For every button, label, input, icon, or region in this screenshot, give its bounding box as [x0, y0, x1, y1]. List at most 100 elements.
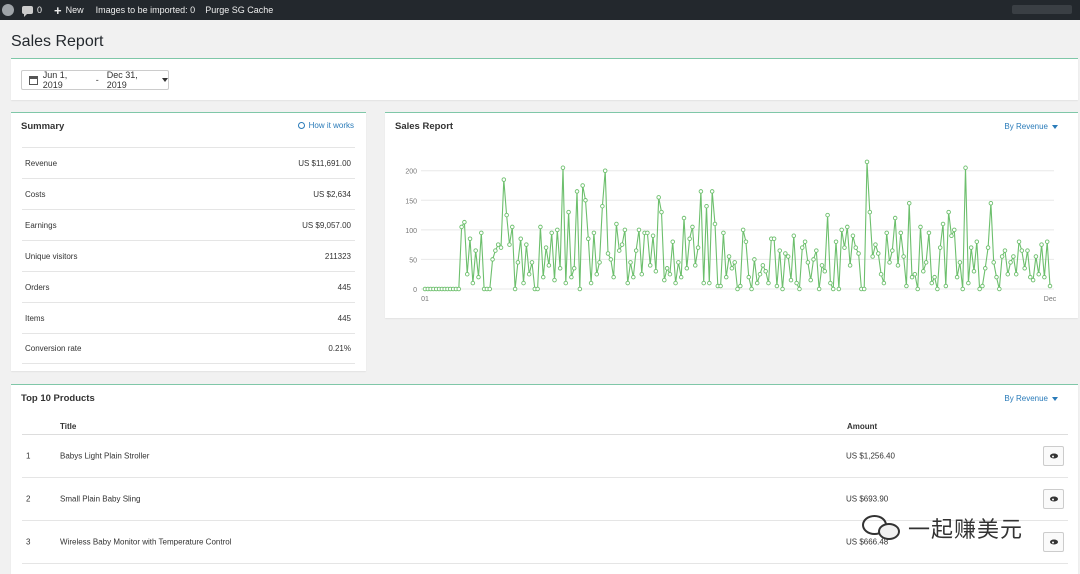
data-point: [464, 271, 470, 277]
data-point: [738, 283, 743, 289]
column-header-title[interactable]: Title: [60, 422, 76, 431]
data-point: [495, 242, 501, 247]
data-point: [690, 224, 695, 230]
data-point: [701, 280, 706, 286]
data-point: [856, 251, 861, 256]
view-product-button[interactable]: [1043, 532, 1064, 552]
comment-icon: [22, 6, 33, 17]
data-point: [752, 257, 757, 262]
data-point: [1008, 260, 1013, 265]
view-product-button[interactable]: [1043, 446, 1064, 466]
data-point: [673, 280, 678, 286]
date-filter-bar: Jun 1, 2019 - Dec 31, 2019: [11, 58, 1078, 100]
images-import-link[interactable]: Images to be imported: 0: [96, 5, 196, 15]
summary-row: Revenue US $11,691.00: [22, 147, 355, 178]
data-point: [1013, 271, 1019, 277]
data-point: [771, 236, 777, 241]
data-point: [850, 233, 856, 239]
column-header-amount[interactable]: Amount: [847, 422, 877, 431]
data-point: [600, 203, 605, 209]
view-product-button[interactable]: [1043, 489, 1064, 509]
data-point: [746, 274, 752, 280]
products-metric-dropdown[interactable]: By Revenue: [1004, 394, 1058, 403]
data-point: [456, 286, 462, 292]
data-point: [591, 230, 597, 236]
data-point: [1036, 271, 1041, 277]
chart-metric-dropdown[interactable]: By Revenue: [1004, 122, 1058, 131]
data-point: [881, 280, 887, 286]
data-point: [577, 286, 583, 292]
summary-row-label: Orders: [25, 282, 50, 292]
data-point: [800, 245, 805, 250]
data-point: [507, 242, 512, 247]
data-point: [664, 266, 670, 271]
wordpress-logo-icon[interactable]: [2, 4, 14, 16]
purge-cache-link[interactable]: Purge SG Cache: [205, 5, 273, 15]
data-point: [828, 280, 833, 286]
data-point: [678, 274, 684, 280]
summary-row: Costs US $2,634: [22, 178, 355, 209]
data-point: [1002, 248, 1008, 253]
data-point: [538, 224, 543, 230]
data-point: [1016, 239, 1022, 244]
data-point: [636, 227, 642, 233]
how-it-works-label: How it works: [308, 121, 354, 130]
top-products-title: Top 10 Products: [21, 393, 95, 404]
data-point: [695, 245, 701, 250]
data-point: [797, 286, 802, 292]
data-point: [608, 257, 614, 262]
data-point: [904, 283, 909, 289]
summary-row-label: Earnings: [25, 220, 57, 230]
data-point: [597, 260, 602, 265]
comments-button[interactable]: 0: [22, 5, 42, 17]
products-metric-label: By Revenue: [1004, 394, 1048, 403]
summary-row: Earnings US $9,057.00: [22, 209, 355, 240]
data-point: [743, 239, 749, 244]
data-point: [1042, 274, 1047, 280]
data-point: [968, 245, 974, 250]
data-point: [977, 286, 982, 292]
data-point: [560, 165, 566, 171]
data-point: [1028, 274, 1033, 280]
summary-row: Unique visitors 211323: [22, 240, 355, 271]
data-point: [543, 245, 549, 250]
watermark-text: 一起赚美元: [908, 518, 1024, 543]
summary-row-label: Conversion rate: [25, 344, 82, 353]
how-it-works-link[interactable]: How it works: [297, 121, 354, 130]
data-point: [1033, 254, 1039, 259]
data-point: [552, 277, 557, 283]
data-point: [1005, 271, 1011, 277]
account-menu[interactable]: [1012, 5, 1072, 14]
data-point: [901, 254, 906, 259]
summary-row-label: Revenue: [25, 158, 58, 168]
data-point: [557, 266, 563, 271]
data-point: [622, 227, 628, 233]
data-point: [617, 248, 622, 253]
data-point: [518, 236, 523, 241]
summary-row-value: 211323: [324, 251, 351, 261]
page-title: Sales Report: [11, 33, 104, 50]
data-point: [949, 233, 954, 239]
watermark: 一起赚美元: [862, 512, 1023, 544]
date-range-picker[interactable]: Jun 1, 2019 - Dec 31, 2019: [21, 70, 169, 90]
data-point: [935, 286, 940, 292]
summary-row: Orders 445: [22, 271, 355, 302]
x-tick-label: 01: [421, 296, 429, 303]
y-tick-label: 100: [405, 228, 417, 235]
data-point: [890, 248, 895, 253]
data-point: [707, 280, 712, 286]
new-button[interactable]: + New: [54, 4, 84, 17]
data-point: [729, 266, 735, 271]
data-point: [614, 221, 619, 227]
data-point: [876, 251, 881, 256]
date-end: Dec 31, 2019: [106, 70, 138, 90]
data-point: [985, 245, 991, 250]
data-point: [645, 230, 650, 236]
data-point: [974, 239, 980, 244]
product-title: Wireless Baby Monitor with Temperature C…: [60, 537, 232, 547]
data-point: [487, 286, 493, 292]
data-point: [997, 286, 1002, 292]
summary-row-label: Unique visitors: [25, 251, 78, 261]
data-point: [957, 260, 963, 265]
data-point: [929, 280, 935, 286]
